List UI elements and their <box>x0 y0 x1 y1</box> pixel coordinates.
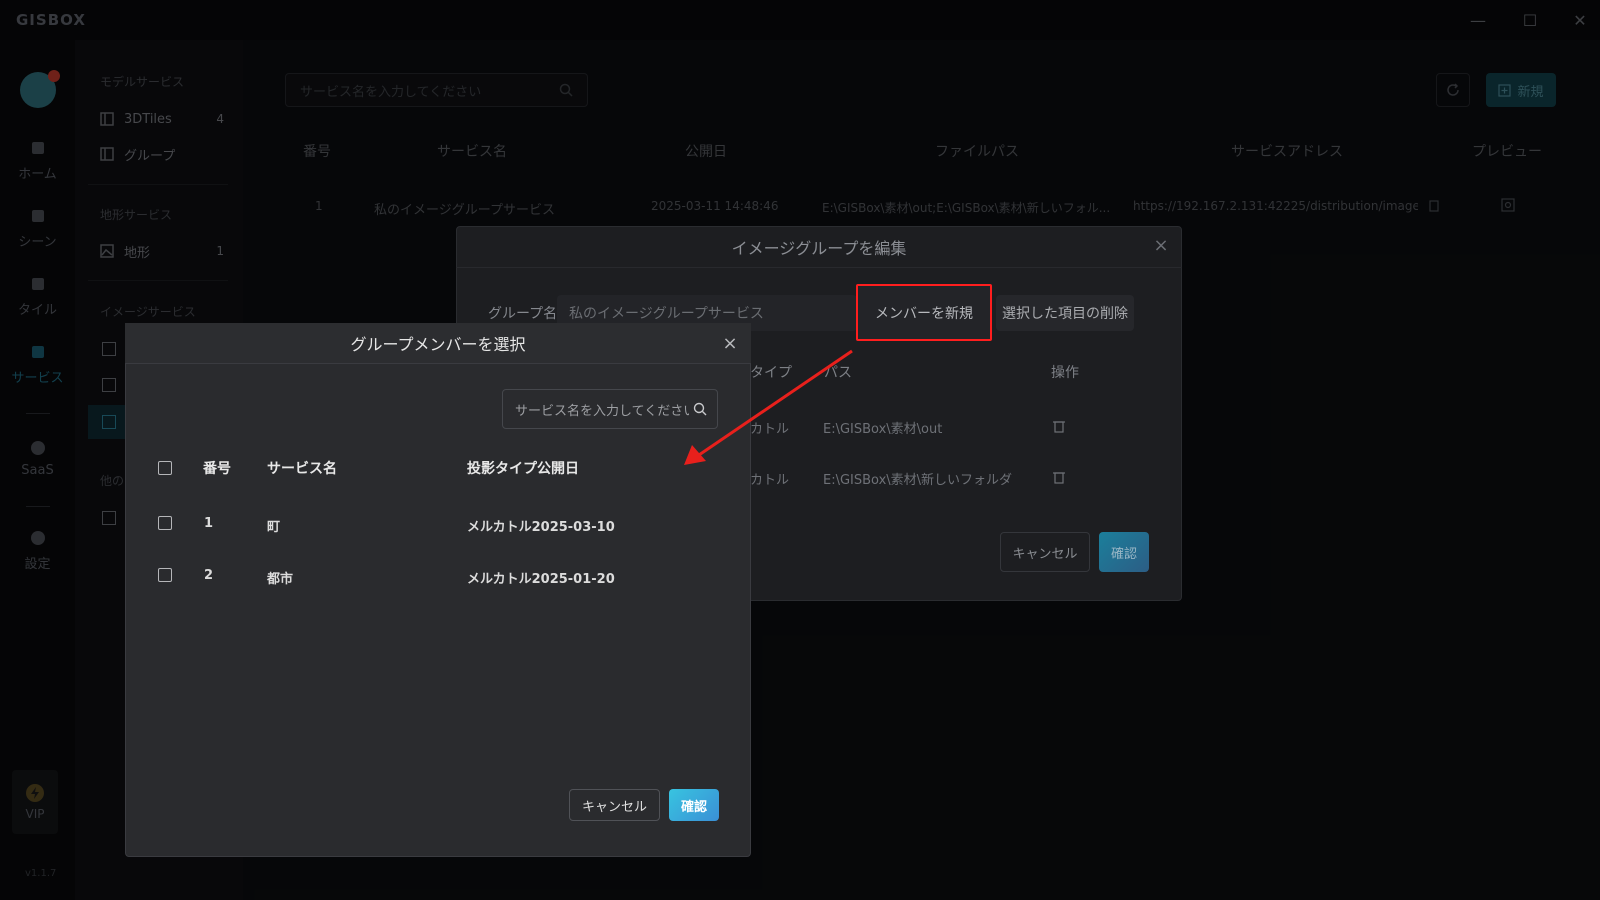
trash-icon[interactable] <box>1053 419 1065 433</box>
edit-confirm-button[interactable]: 確認 <box>1099 532 1149 572</box>
member-row-proj-date: メルカトル2025-03-10 <box>467 520 615 535</box>
row-checkbox[interactable] <box>158 516 172 530</box>
edit-dialog-close-icon[interactable]: × <box>1151 236 1171 256</box>
edit-cancel-button[interactable]: キャンセル <box>1000 532 1090 572</box>
select-all-checkbox[interactable] <box>158 461 172 475</box>
select-column-header: 投影タイプ公開日 <box>467 461 579 477</box>
member-row-name: 町 <box>267 520 281 535</box>
member-row-name: 都市 <box>267 572 294 587</box>
group-name-value: 私のイメージグループサービス <box>569 306 764 322</box>
select-cancel-button[interactable]: キャンセル <box>569 789 660 821</box>
row-checkbox[interactable] <box>158 568 172 582</box>
select-confirm-button[interactable]: 確認 <box>669 789 719 821</box>
edit-row-type: カトル <box>750 473 790 488</box>
group-name-label: グループ名 <box>488 306 558 322</box>
select-dialog-title: グループメンバーを選択 <box>125 323 751 364</box>
member-row-number: 1 <box>204 516 214 531</box>
member-row-number: 2 <box>204 568 214 583</box>
select-column-header: サービス名 <box>267 461 337 477</box>
edit-row-path: E:\GISBox\素材\新しいフォルダ <box>823 473 1013 488</box>
annotation-arrow-icon <box>684 349 853 465</box>
edit-dialog-title: イメージグループを編集 <box>456 226 1182 268</box>
delete-selected-button[interactable]: 選択した項目の削除 <box>996 295 1134 331</box>
search-placeholder: サービス名を入力してください <box>515 403 689 419</box>
member-row-proj-date: メルカトル2025-01-20 <box>467 572 615 587</box>
edit-column-header: 操作 <box>1051 365 1079 381</box>
select-column-header: 番号 <box>203 461 231 477</box>
add-member-button[interactable]: メンバーを新規 <box>856 284 992 341</box>
trash-icon[interactable] <box>1053 470 1065 484</box>
